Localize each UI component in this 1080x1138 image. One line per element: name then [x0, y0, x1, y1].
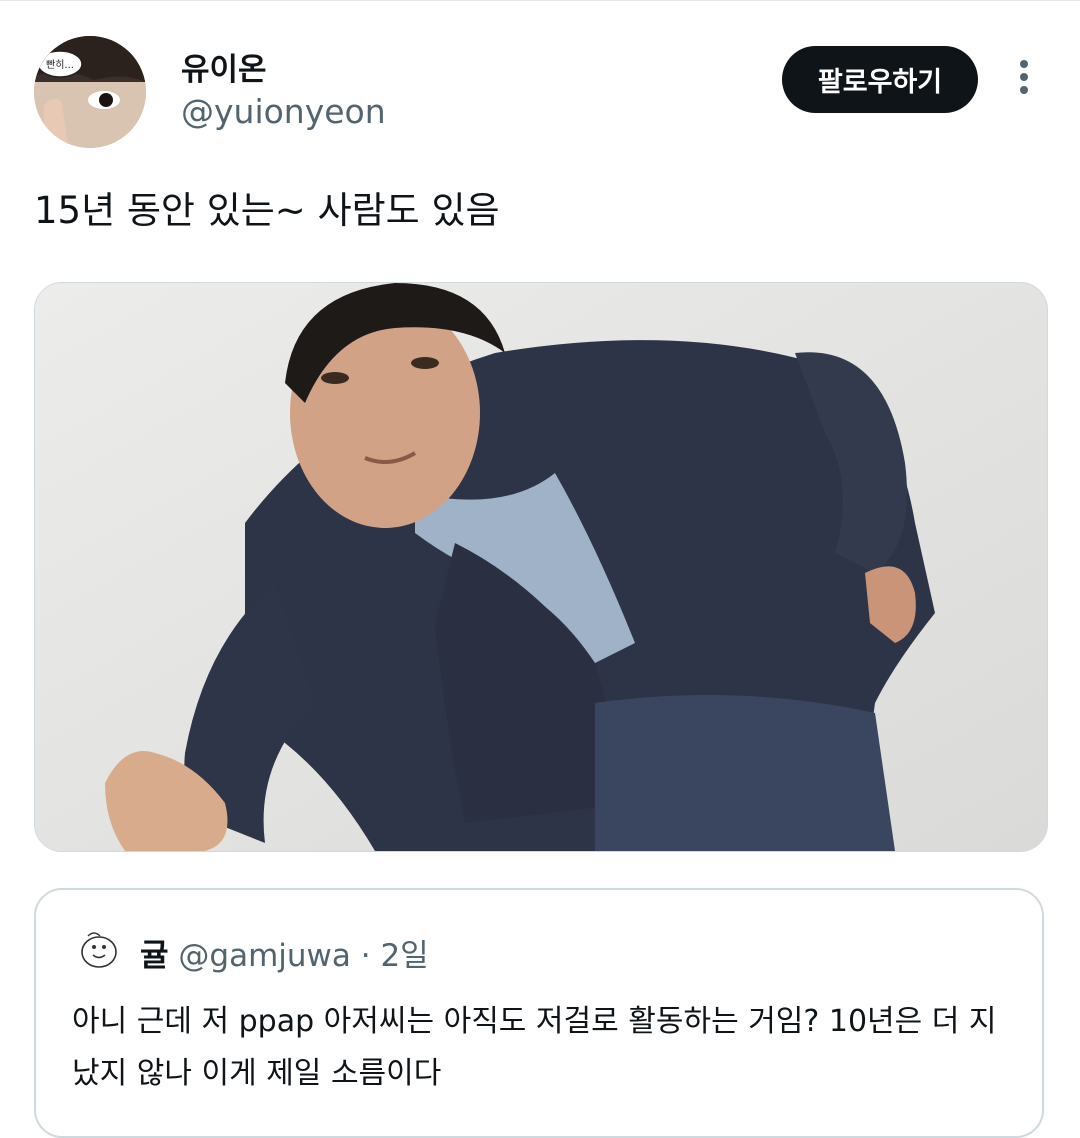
avatar-badge-text: 빤히... [46, 59, 74, 71]
quoted-author-avatar[interactable] [74, 924, 124, 974]
tweet-text: 15년 동안 있는~ 사람도 있음 [34, 189, 500, 232]
duck-avatar-icon [74, 924, 124, 974]
author-display-name[interactable]: 유이온 [181, 44, 267, 89]
quoted-display-name[interactable]: 귤 [140, 938, 169, 974]
photo-man-in-suit [35, 283, 1047, 851]
quoted-time[interactable]: 2일 [380, 938, 428, 974]
quoted-tweet-card[interactable]: 귤 @gamjuwa · 2일 아니 근데 저 ppap 아저씨는 아직도 저걸… [34, 888, 1044, 1138]
more-vertical-icon[interactable] [1009, 60, 1039, 100]
quoted-separator: · [360, 938, 371, 974]
avatar-image: 빤히... [34, 36, 146, 148]
quoted-tweet-text: 아니 근데 저 ppap 아저씨는 아직도 저걸로 활동하는 거임? 10년은 … [72, 1004, 997, 1091]
author-handle[interactable]: @yuionyeon [181, 92, 386, 131]
author-avatar[interactable]: 빤히... [34, 36, 146, 148]
top-divider [0, 0, 1080, 1]
quoted-handle[interactable]: @gamjuwa [178, 938, 350, 974]
quoted-tweet-header: 귤 @gamjuwa · 2일 [140, 930, 429, 975]
follow-button[interactable]: 팔로우하기 [782, 46, 978, 113]
tweet-media-photo[interactable] [34, 282, 1048, 852]
